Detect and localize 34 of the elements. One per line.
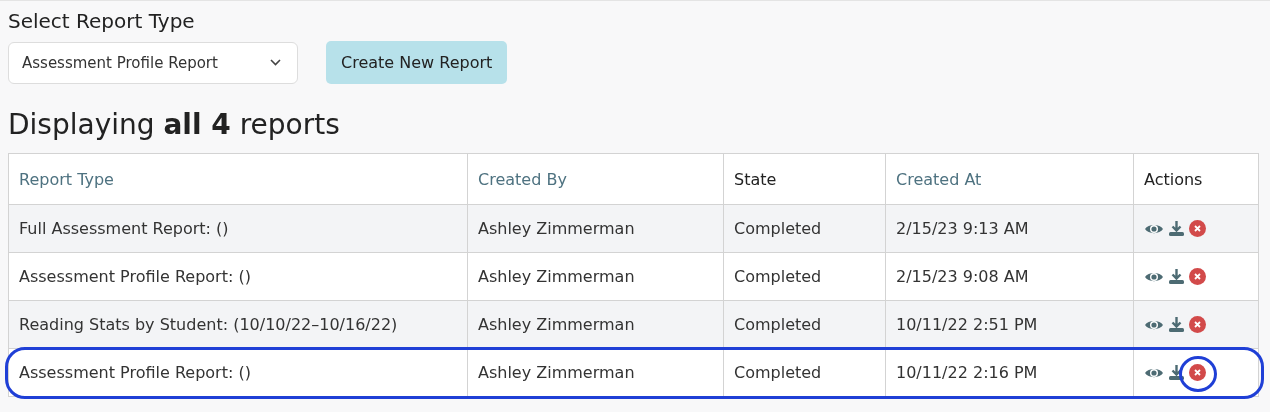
column-header: State [734, 169, 777, 189]
table-cell: 2/15/23 9:13 AM [896, 219, 1029, 238]
table-cell: Ashley Zimmerman [478, 363, 635, 382]
column-header: Actions [1144, 169, 1203, 189]
column-sort-link[interactable]: Created By [478, 169, 567, 189]
report-type-select[interactable]: Assessment Profile Report [8, 41, 298, 84]
table-cell: 10/11/22 2:16 PM [896, 363, 1038, 382]
table-cell: Reading Stats by Student: (10/10/22–10/16/22) [19, 315, 398, 334]
delete-icon[interactable] [1189, 316, 1206, 333]
table-cell: Assessment Profile Report: () [19, 363, 251, 382]
reports-heading: Displaying all 4 reports [8, 108, 341, 141]
create-report-button[interactable]: Create New Report [326, 41, 508, 84]
caret-icon [270, 59, 281, 66]
table-cell: 2/15/23 9:08 AM [896, 267, 1029, 286]
table-cell: Ashley Zimmerman [478, 315, 635, 334]
download-icon[interactable] [1168, 316, 1185, 333]
delete-icon[interactable] [1189, 268, 1206, 285]
download-icon[interactable] [1168, 220, 1185, 237]
column-sort-link[interactable]: Report Type [19, 169, 114, 189]
table-cell: Full Assessment Report: () [19, 219, 229, 238]
table-cell: Completed [734, 315, 822, 334]
table-cell: Completed [734, 267, 822, 286]
column-sort-link[interactable]: Created At [896, 169, 982, 189]
select-label: Select Report Type [8, 9, 196, 33]
download-icon[interactable] [1168, 364, 1185, 381]
table-cell: Ashley Zimmerman [478, 267, 635, 286]
table-cell: Completed [734, 219, 822, 238]
download-icon[interactable] [1168, 268, 1185, 285]
table-cell: Completed [734, 363, 822, 382]
table-cell: Assessment Profile Report: () [19, 267, 251, 286]
table-cell: 10/11/22 2:51 PM [896, 315, 1038, 334]
table-cell: Ashley Zimmerman [478, 219, 635, 238]
delete-icon[interactable] [1189, 220, 1206, 237]
delete-icon[interactable] [1189, 364, 1206, 381]
